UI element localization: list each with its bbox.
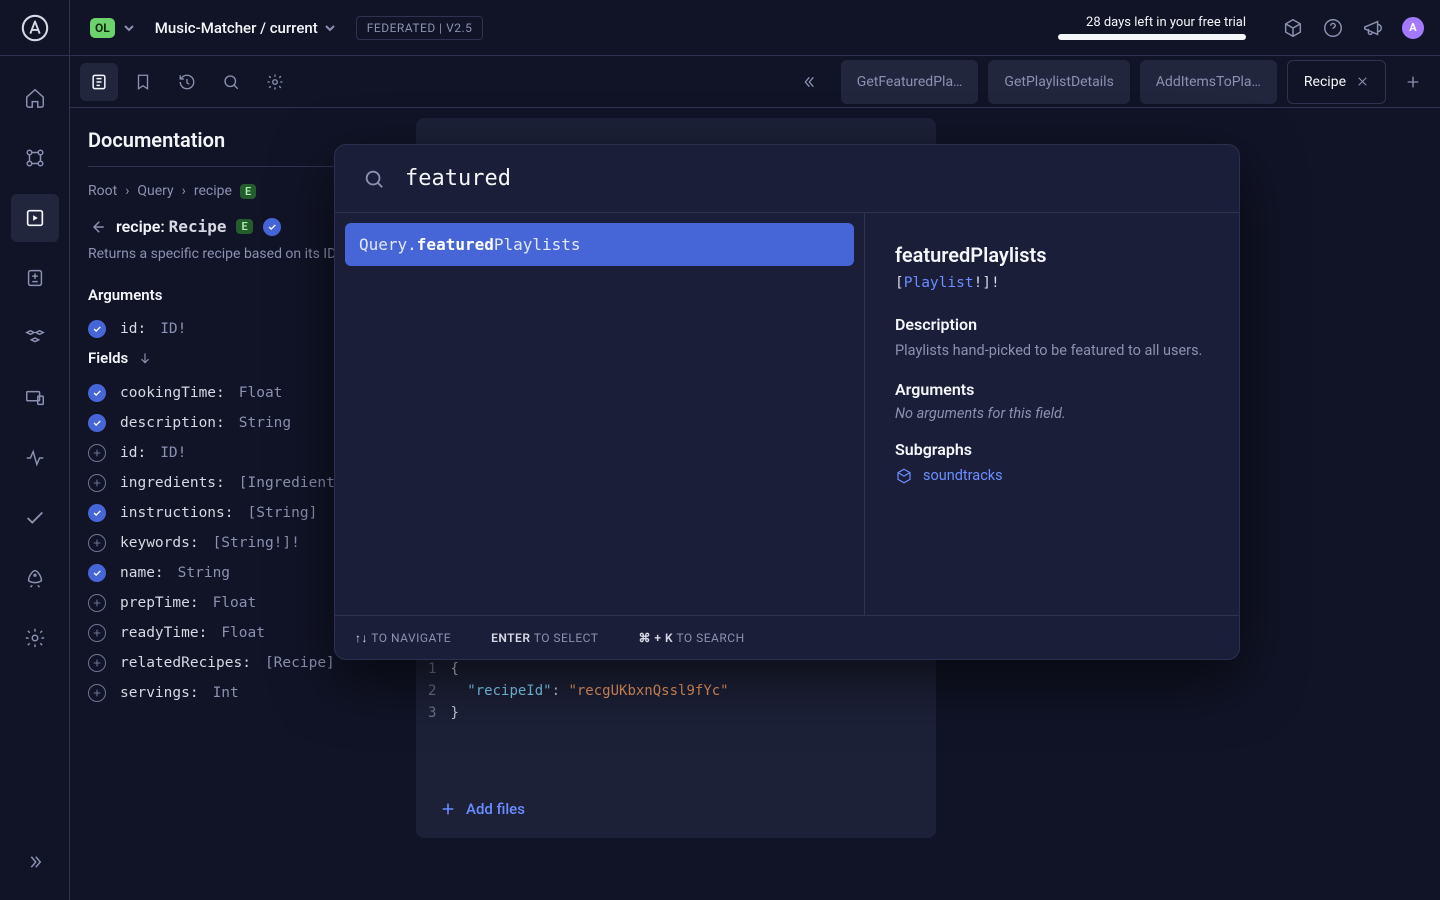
plus-icon[interactable] xyxy=(88,624,106,642)
rail-launches[interactable] xyxy=(11,554,59,602)
settings-button[interactable] xyxy=(256,63,294,101)
page-title: recipe: Recipe xyxy=(116,217,226,236)
rail-explorer[interactable] xyxy=(11,194,59,242)
plus-icon[interactable] xyxy=(88,534,106,552)
top-bar: OL Music-Matcher / current FEDERATED | V… xyxy=(0,0,1440,56)
org-badge: OL xyxy=(90,18,115,38)
tab-get-featured[interactable]: GetFeaturedPla… xyxy=(841,60,979,104)
search-button[interactable] xyxy=(212,63,250,101)
search-result-item[interactable]: Query.featuredPlaylists xyxy=(345,223,854,266)
search-palette: Query.featuredPlaylists featuredPlaylist… xyxy=(334,144,1240,660)
plus-icon[interactable] xyxy=(88,594,106,612)
preview-description-heading: Description xyxy=(895,315,1209,334)
search-results: Query.featuredPlaylists xyxy=(335,213,865,615)
preview-type: [Playlist!]! xyxy=(895,275,1209,291)
preview-no-arguments: No arguments for this field. xyxy=(895,405,1209,422)
plus-icon[interactable] xyxy=(88,654,106,672)
nav-rail xyxy=(0,56,70,900)
entity-badge: E xyxy=(240,184,256,199)
back-arrow-icon[interactable] xyxy=(88,218,106,236)
preview-description: Playlists hand-picked to be featured to … xyxy=(895,340,1209,362)
collapse-sidebar-button[interactable] xyxy=(791,63,829,101)
check-icon[interactable] xyxy=(88,504,106,522)
sandbox-icon[interactable] xyxy=(1282,17,1304,39)
rail-home[interactable] xyxy=(11,74,59,122)
entity-badge: E xyxy=(236,219,252,234)
apollo-logo[interactable] xyxy=(0,0,70,56)
type-link[interactable]: Playlist xyxy=(904,275,974,291)
plus-icon[interactable] xyxy=(88,444,106,462)
tab-get-playlist-details[interactable]: GetPlaylistDetails xyxy=(988,60,1129,104)
org-select[interactable]: OL xyxy=(84,14,141,42)
sort-icon[interactable] xyxy=(138,351,152,365)
search-input[interactable] xyxy=(403,165,1211,192)
trial-status[interactable]: 28 days left in your free trial xyxy=(1058,15,1246,40)
preview-subgraphs-heading: Subgraphs xyxy=(895,440,1209,459)
search-input-row xyxy=(335,145,1239,213)
add-files-button[interactable]: Add files xyxy=(440,800,525,818)
rail-schema[interactable] xyxy=(11,134,59,182)
secondary-toolbar: GetFeaturedPla… GetPlaylistDetails AddIt… xyxy=(70,56,1440,108)
rail-insights[interactable] xyxy=(11,434,59,482)
announcements-icon[interactable] xyxy=(1362,17,1384,39)
rail-checks[interactable] xyxy=(11,494,59,542)
search-preview: featuredPlaylists [Playlist!]! Descripti… xyxy=(865,213,1239,615)
chevron-down-icon xyxy=(123,22,135,34)
plus-icon[interactable] xyxy=(88,684,106,702)
avatar[interactable]: A xyxy=(1402,17,1424,39)
check-icon[interactable] xyxy=(88,384,106,402)
help-icon[interactable] xyxy=(1322,17,1344,39)
check-icon[interactable] xyxy=(88,564,106,582)
search-footer: ↑↓ TO NAVIGATE ENTER TO SELECT ⌘ + K TO … xyxy=(335,615,1239,659)
chevron-down-icon xyxy=(324,22,336,34)
new-tab-button[interactable] xyxy=(1396,65,1430,99)
graph-breadcrumb[interactable]: Music-Matcher / current xyxy=(155,19,336,37)
plus-icon[interactable] xyxy=(88,474,106,492)
docs-tab-button[interactable] xyxy=(80,63,118,101)
bookmark-button[interactable] xyxy=(124,63,162,101)
preview-title: featuredPlaylists xyxy=(895,243,1209,267)
tab-add-items[interactable]: AddItemsToPla… xyxy=(1140,60,1277,104)
check-icon[interactable] xyxy=(88,414,106,432)
history-button[interactable] xyxy=(168,63,206,101)
field-row[interactable]: servings: Int xyxy=(88,678,396,708)
rail-diff[interactable] xyxy=(11,254,59,302)
trial-progress xyxy=(1058,34,1246,40)
search-icon xyxy=(363,168,385,190)
close-icon[interactable] xyxy=(1356,75,1369,88)
rail-subgraphs[interactable] xyxy=(11,314,59,362)
graph-type-tag: FEDERATED | V2.5 xyxy=(356,16,484,40)
select-all-check[interactable] xyxy=(263,218,281,236)
check-icon[interactable] xyxy=(88,320,106,338)
tabs-row: GetFeaturedPla… GetPlaylistDetails AddIt… xyxy=(841,60,1430,104)
rail-clients[interactable] xyxy=(11,374,59,422)
preview-arguments-heading: Arguments xyxy=(895,380,1209,399)
subgraph-link[interactable]: soundtracks xyxy=(895,467,1209,485)
rail-expand-button[interactable] xyxy=(11,838,59,886)
tab-recipe[interactable]: Recipe xyxy=(1287,60,1386,104)
rail-settings[interactable] xyxy=(11,614,59,662)
